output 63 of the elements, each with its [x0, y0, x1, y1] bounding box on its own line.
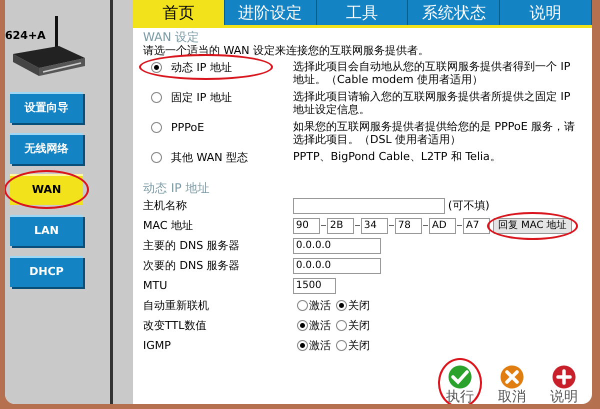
- radio-button[interactable]: [297, 320, 308, 331]
- radio-button[interactable]: [297, 340, 308, 351]
- option-label: 动态 IP 地址: [171, 61, 232, 74]
- restore-mac-button[interactable]: 回复 MAC 地址: [493, 218, 572, 234]
- option-label: 其他 WAN 型态: [171, 151, 248, 164]
- text-field[interactable]: 0.0.0.0: [293, 258, 381, 274]
- field-label: 改变TTL数值: [143, 319, 208, 332]
- radio-button[interactable]: [151, 92, 162, 103]
- nav-tab[interactable]: 说明: [500, 0, 592, 25]
- nav-button[interactable]: DHCP: [10, 256, 83, 287]
- radio-button[interactable]: [336, 340, 347, 351]
- radio-button[interactable]: [336, 300, 347, 311]
- field-label: IGMP: [143, 339, 172, 352]
- field-label: 主要的 DNS 服务器: [143, 239, 241, 252]
- field-label: 主机名称: [143, 199, 188, 212]
- radio-label: 激活: [309, 339, 331, 352]
- option-description: PPTP、BigPond Cable、L2TP 和 Telia。: [293, 150, 502, 163]
- radio-label: 激活: [309, 319, 331, 332]
- nav-tab[interactable]: 工具: [316, 0, 408, 25]
- field-label: MTU: [143, 279, 168, 292]
- mac-field[interactable]: 2B: [327, 218, 354, 234]
- field-label: MAC 地址: [143, 219, 194, 232]
- mac-field[interactable]: 34: [361, 218, 388, 234]
- text-field[interactable]: [293, 198, 445, 214]
- action-button[interactable]: 执行: [444, 364, 476, 404]
- radio-label: 关闭: [348, 319, 370, 332]
- radio-button[interactable]: [336, 320, 347, 331]
- nav-button[interactable]: 无线网络: [10, 133, 83, 164]
- option-label: PPPoE: [171, 121, 204, 134]
- mac-field[interactable]: AD: [429, 218, 456, 234]
- radio-button[interactable]: [151, 122, 162, 133]
- option-description: 选择此项目会自动地从您的互联网服务提供者得到一个 IP 地址。（Cable modem 使用者适用）: [293, 60, 572, 86]
- text-field[interactable]: 0.0.0.0: [293, 238, 381, 254]
- plus-icon: [551, 364, 577, 390]
- cross-icon: [499, 364, 525, 390]
- field-label: 次要的 DNS 服务器: [143, 259, 241, 272]
- nav-button[interactable]: LAN: [10, 215, 83, 246]
- radio-button[interactable]: [297, 300, 308, 311]
- mac-field[interactable]: 78: [395, 218, 422, 234]
- nav-tab[interactable]: 系统状态: [408, 0, 500, 25]
- section-title: WAN 设定: [143, 31, 200, 44]
- field-hint: (可不填): [448, 199, 490, 212]
- option-description: 如果您的互联网服务提供者提供给您的是 PPPoE 服务，请选择此项目。（DSL 使用者适用）: [293, 120, 576, 146]
- section-title: 动态 IP 地址: [143, 182, 210, 195]
- radio-button[interactable]: [151, 152, 162, 163]
- radio-label: 关闭: [348, 299, 370, 312]
- model-label: 624+A: [5, 28, 46, 44]
- nav-tab[interactable]: 进阶设定: [224, 0, 317, 25]
- mac-field[interactable]: 90: [293, 218, 320, 234]
- radio-label: 激活: [309, 299, 331, 312]
- nav-button[interactable]: 设置向导: [10, 92, 83, 123]
- nav-button[interactable]: WAN: [10, 174, 83, 205]
- text-field[interactable]: 1500: [293, 278, 336, 294]
- mac-field[interactable]: A7: [463, 218, 490, 234]
- radio-button[interactable]: [151, 62, 162, 73]
- field-label: 自动重新联机: [143, 299, 210, 312]
- option-description: 选择此项目请输入您的互联网服务提供者所提供之固定 IP 地址设定信息。: [293, 90, 572, 116]
- nav-tab[interactable]: 首页: [133, 0, 225, 25]
- radio-label: 关闭: [348, 339, 370, 352]
- action-button[interactable]: 说明: [548, 364, 580, 404]
- check-icon: [447, 364, 473, 390]
- action-button[interactable]: 取消: [496, 364, 528, 404]
- option-label: 固定 IP 地址: [171, 91, 232, 104]
